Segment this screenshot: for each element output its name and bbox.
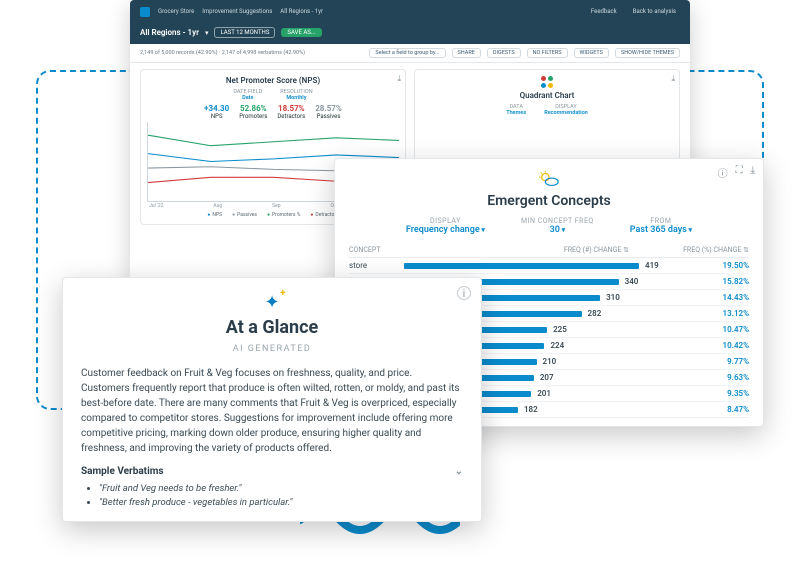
sun-cloud-icon — [349, 169, 749, 189]
dashboard-toolbar: 2,149 of 5,000 records (42.90%) · 2,147 … — [130, 44, 690, 63]
display-filter-select[interactable]: Frequency change — [406, 225, 485, 235]
emergent-filters: DISPLAYFrequency change MIN CONCEPT FREQ… — [349, 217, 749, 235]
app-logo — [140, 7, 150, 17]
filters-button[interactable]: NO FILTERS — [527, 48, 568, 58]
pct-value: 8.47% — [669, 405, 749, 414]
pct-value: 13.12% — [669, 309, 749, 318]
info-icon[interactable]: ⓘ — [718, 165, 728, 180]
freq-value: 282 — [588, 309, 612, 318]
freq-value: 210 — [543, 357, 567, 366]
pct-value: 19.50% — [669, 261, 749, 270]
back-to-analysis-button[interactable]: Back to analysis — [629, 6, 680, 17]
freq-value: 419 — [645, 261, 669, 270]
region-selector[interactable]: All Regions - 1yr — [140, 28, 199, 37]
breadcrumb: Grocery Store Improvement Suggestions Al… — [158, 8, 323, 15]
nps-values: +34.30NPS 52.86%Promoters 18.57%Detracto… — [147, 104, 399, 120]
glance-body: Customer feedback on Fruit & Veg focuses… — [81, 366, 463, 456]
export-icon[interactable]: ⤓ — [671, 74, 675, 84]
nps-label: NPS — [204, 113, 229, 120]
dashboard-header: Grocery Store Improvement Suggestions Al… — [130, 0, 690, 23]
pct-value: 9.77% — [669, 357, 749, 366]
emergent-table-header: CONCEPT FREQ (#) CHANGE ⇅ FREQ (%) CHANG… — [349, 243, 749, 258]
display-filter-label: DISPLAY — [406, 217, 485, 225]
emergent-title: Emergent Concepts — [349, 193, 749, 209]
col-freq[interactable]: FREQ (#) CHANGE — [564, 246, 622, 254]
themes-button[interactable]: SHOW/HIDE THEMES — [615, 48, 680, 58]
date-field-select[interactable]: Date — [233, 95, 262, 101]
sample-verbatims-header[interactable]: Sample Verbatims ⌄ — [81, 466, 463, 477]
group-by-button[interactable]: Select a field to group by... — [369, 48, 445, 58]
period-pill[interactable]: LAST 12 MONTHS — [214, 27, 275, 38]
pct-value: 9.63% — [669, 373, 749, 382]
download-icon[interactable]: ⤓ — [751, 165, 755, 180]
expand-icon[interactable]: ⛶ — [736, 165, 743, 180]
glance-subtitle: AI GENERATED — [81, 344, 463, 354]
from-filter-select[interactable]: Past 365 days — [630, 225, 692, 235]
sparkle-icon: ✦ — [81, 292, 463, 313]
feedback-button[interactable]: Feedback — [587, 6, 621, 17]
export-icon[interactable]: ⤓ — [397, 74, 401, 84]
quadrant-data-select[interactable]: Themes — [506, 110, 526, 116]
glance-title: At a Glance — [81, 317, 463, 338]
chevron-down-icon: ⌄ — [455, 466, 463, 477]
chevron-down-icon: ▾ — [205, 29, 209, 37]
col-pct[interactable]: FREQ (%) CHANGE — [683, 246, 741, 254]
info-icon[interactable]: i — [457, 286, 471, 300]
detractors-value: 18.57% — [277, 104, 305, 113]
list-item: "Better fresh produce - vegetables in pa… — [99, 497, 463, 508]
resolution-select[interactable]: Monthly — [280, 95, 312, 101]
quadrant-title: Quadrant Chart — [421, 91, 673, 100]
from-filter-label: FROM — [630, 217, 692, 225]
col-concept[interactable]: CONCEPT — [349, 246, 404, 254]
min-freq-label: MIN CONCEPT FREQ — [521, 217, 594, 225]
pct-value: 10.47% — [669, 325, 749, 334]
verbatim-list: "Fruit and Veg needs to be fresher." "Bet… — [81, 483, 463, 508]
pct-value: 14.43% — [669, 293, 749, 302]
at-a-glance-panel: i ✦ At a Glance AI GENERATED Customer fe… — [62, 277, 482, 522]
pct-value: 10.42% — [669, 341, 749, 350]
freq-value: 340 — [625, 277, 649, 286]
promoters-label: Promoters — [239, 113, 267, 120]
save-as-button[interactable]: SAVE AS... — [281, 28, 321, 37]
freq-value: 207 — [540, 373, 564, 382]
digests-button[interactable]: DIGESTS — [487, 48, 521, 58]
record-count: 2,149 of 5,000 records (42.90%) · 2,147 … — [140, 50, 305, 56]
passives-label: Passives — [315, 113, 342, 120]
freq-bar — [404, 263, 639, 269]
quadrant-display-select[interactable]: Recommendation — [544, 110, 588, 116]
crumb-project[interactable]: Grocery Store — [158, 8, 194, 15]
nps-card-title: Net Promoter Score (NPS) — [147, 76, 399, 85]
dashboard-subheader: All Regions - 1yr ▾ LAST 12 MONTHS SAVE … — [130, 23, 690, 44]
freq-value: 201 — [537, 389, 561, 398]
widgets-button[interactable]: WIDGETS — [574, 48, 609, 58]
crumb-section[interactable]: Improvement Suggestions — [202, 8, 272, 15]
table-row[interactable]: store 419 19.50% — [349, 258, 749, 274]
freq-value: 224 — [550, 341, 574, 350]
detractors-label: Detractors — [277, 113, 305, 120]
min-freq-select[interactable]: 30 — [521, 225, 594, 235]
nps-value: +34.30 — [204, 104, 229, 113]
freq-value: 310 — [606, 293, 630, 302]
share-button[interactable]: SHARE — [452, 48, 481, 58]
freq-value: 182 — [524, 405, 548, 414]
quadrant-icon — [421, 76, 673, 88]
pct-value: 9.35% — [669, 389, 749, 398]
freq-value: 225 — [553, 325, 577, 334]
crumb-dashboard[interactable]: All Regions - 1yr — [280, 8, 323, 15]
list-item: "Fruit and Veg needs to be fresher." — [99, 483, 463, 494]
concept-cell: store — [349, 261, 404, 270]
pct-value: 15.82% — [669, 277, 749, 286]
passives-value: 28.57% — [315, 104, 342, 113]
promoters-value: 52.86% — [239, 104, 267, 113]
